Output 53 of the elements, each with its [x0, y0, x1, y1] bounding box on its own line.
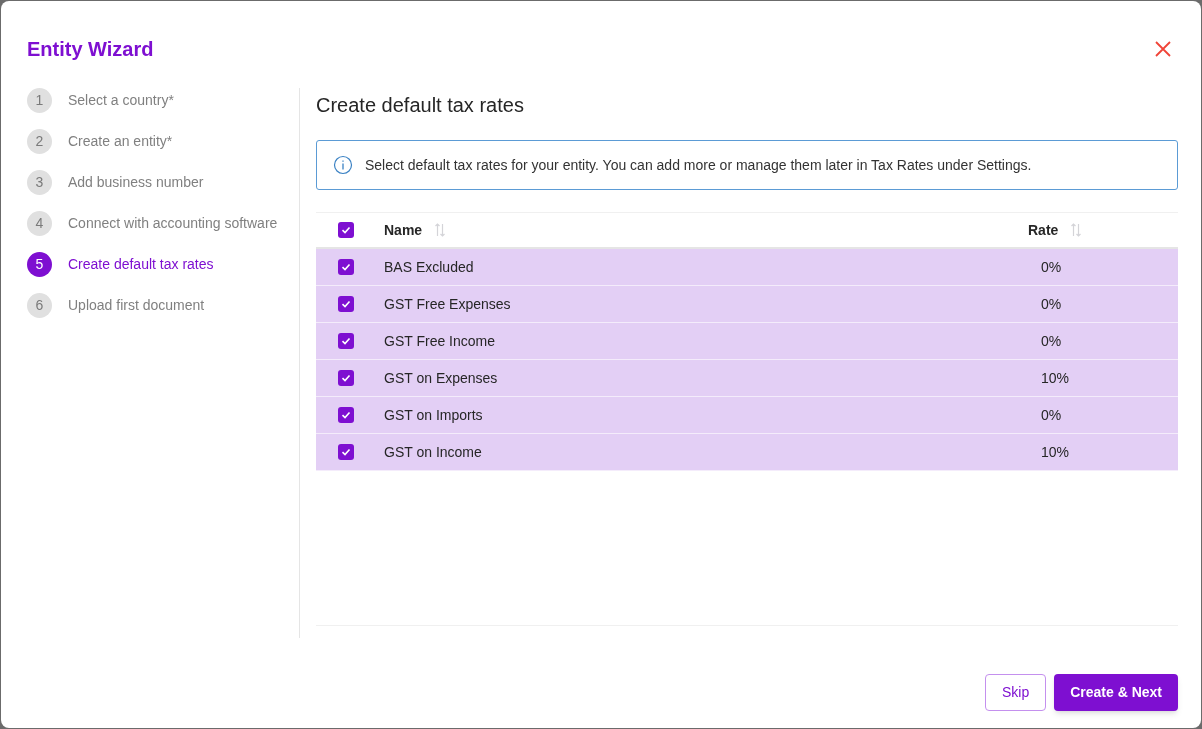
table-row[interactable]: GST on Imports 0% [316, 397, 1178, 434]
step-label[interactable]: Connect with accounting software [68, 212, 278, 234]
close-icon[interactable] [1155, 41, 1171, 57]
checkbox[interactable] [338, 370, 354, 386]
dialog-title: Entity Wizard [27, 37, 154, 62]
check-icon [341, 262, 351, 272]
table-cell-text: 10% [1040, 442, 1071, 462]
check-icon [341, 410, 351, 420]
table-cell-text: 0% [1040, 331, 1063, 351]
step-label[interactable]: Select a country* [68, 89, 174, 111]
check-icon [341, 373, 351, 383]
step-number: 2 [27, 128, 52, 154]
section-heading: Create default tax rates [316, 93, 525, 118]
checkbox[interactable] [338, 407, 354, 423]
step-number: 6 [27, 292, 52, 318]
table-cell-text: 10% [1040, 368, 1071, 388]
table-row[interactable]: GST on Income 10% [316, 434, 1178, 471]
table-cell-text: GST on Income [383, 442, 483, 462]
column-header[interactable]: Name [384, 219, 423, 241]
table-cell-text: 0% [1040, 257, 1063, 277]
table-cell-text: BAS Excluded [383, 257, 475, 277]
table-row[interactable]: GST Free Income 0% [316, 323, 1178, 360]
check-icon [341, 336, 351, 346]
column-header[interactable]: Rate [1028, 219, 1059, 241]
step-label[interactable]: Add business number [68, 171, 204, 193]
checkbox[interactable] [338, 222, 354, 238]
info-icon [333, 155, 353, 175]
checkbox[interactable] [338, 333, 354, 349]
table-cell-text: GST on Imports [383, 405, 484, 425]
step-number: 4 [27, 210, 52, 236]
step-label[interactable]: Create default tax rates [68, 253, 214, 275]
table-cell-text: GST on Expenses [383, 368, 499, 388]
table-row[interactable]: GST Free Expenses 0% [316, 286, 1178, 323]
info-text: Select default tax rates for your entity. You can add more or manage them later in Tax Rates under Settings. [365, 155, 1032, 175]
step-label[interactable]: Upload first document [68, 294, 205, 316]
step-number: 1 [27, 87, 52, 113]
checkbox[interactable] [338, 259, 354, 275]
step-number: 5 [27, 251, 52, 277]
check-icon [341, 299, 351, 309]
check-icon [341, 225, 351, 235]
table-cell-text: 0% [1040, 294, 1063, 314]
table-row[interactable]: GST on Expenses 10% [316, 360, 1178, 397]
table-cell-text: GST Free Expenses [383, 294, 512, 314]
create-next-button[interactable]: Create & Next [1054, 674, 1178, 711]
check-icon [341, 447, 351, 457]
step-number: 3 [27, 169, 52, 195]
table-cell-text: 0% [1040, 405, 1063, 425]
step-label[interactable]: Create an entity* [68, 130, 173, 152]
checkbox[interactable] [338, 296, 354, 312]
skip-button[interactable]: Skip [984, 674, 1047, 711]
table-row[interactable]: BAS Excluded 0% [316, 249, 1178, 286]
table-cell-text: GST Free Income [383, 331, 496, 351]
checkbox[interactable] [338, 444, 354, 460]
